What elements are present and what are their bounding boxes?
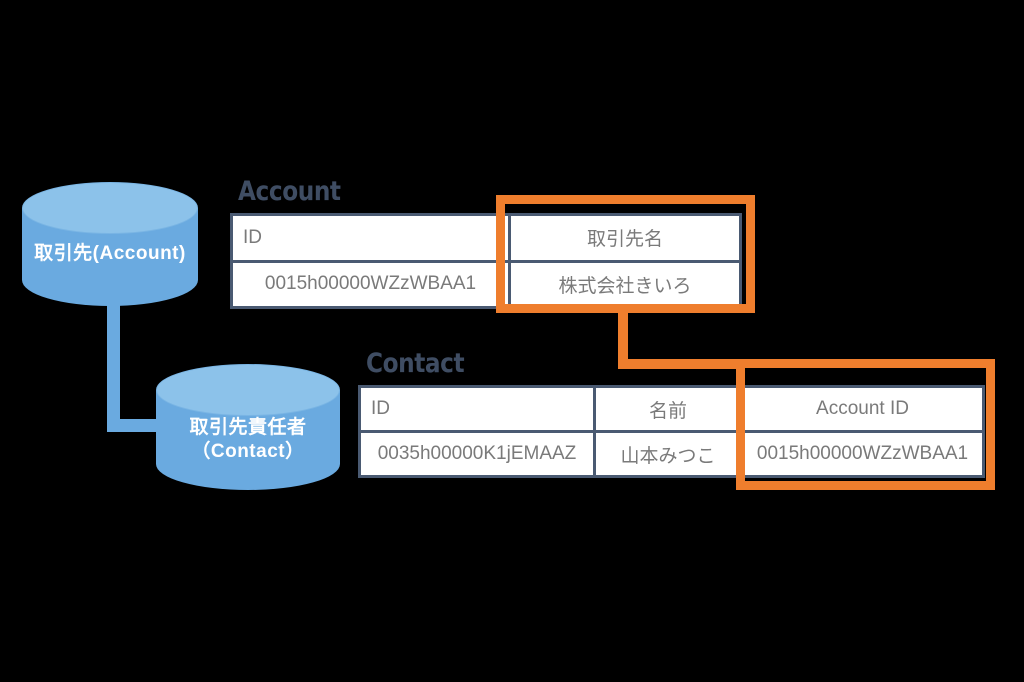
contact-account-id-column-highlight	[736, 359, 995, 490]
account-table-title: Account	[238, 176, 341, 207]
account-object-cylinder: 取引先(Account)	[22, 182, 198, 308]
account-name-column-highlight	[496, 195, 755, 313]
contact-table-title: Contact	[366, 348, 465, 379]
contact-col-name: 名前	[593, 388, 740, 430]
account-col-id: ID	[233, 216, 508, 260]
contact-object-label: 取引先責任者 （Contact）	[189, 417, 307, 462]
contact-cell-name: 山本みつこ	[593, 433, 740, 475]
contact-object-cylinder: 取引先責任者 （Contact）	[156, 364, 340, 492]
account-cell-id: 0015h00000WZzWBAA1	[233, 262, 508, 306]
object-connector-vertical	[107, 292, 120, 432]
contact-col-id: ID	[361, 388, 593, 430]
diagram-canvas: 取引先(Account) 取引先責任者 （Contact） Account ID…	[0, 0, 1024, 682]
contact-cell-id: 0035h00000K1jEMAAZ	[361, 433, 593, 475]
account-object-label: 取引先(Account)	[34, 243, 186, 264]
cylinder-top-ellipse	[156, 364, 340, 416]
cylinder-top-ellipse	[22, 182, 198, 234]
highlight-connector-horizontal	[618, 359, 742, 369]
